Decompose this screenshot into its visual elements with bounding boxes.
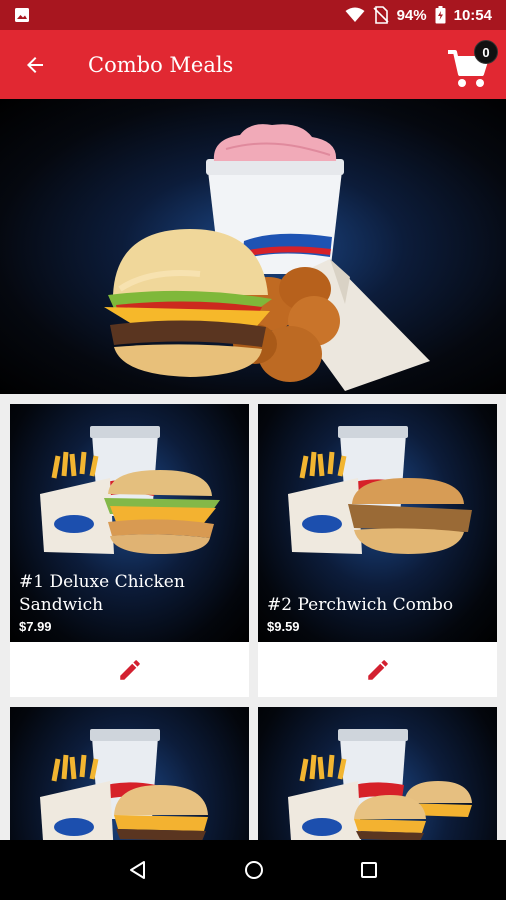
combo-meal-illustration — [104, 124, 430, 391]
app-bar: Combo Meals 0 — [0, 30, 506, 99]
hero-image — [0, 99, 506, 394]
no-sim-icon — [373, 6, 389, 24]
product-name: #2 Perchwich Combo — [267, 595, 454, 615]
product-image — [258, 707, 497, 840]
clock: 10:54 — [453, 6, 492, 24]
wifi-icon — [345, 7, 365, 22]
nav-back-icon[interactable] — [127, 859, 149, 881]
cart-button[interactable]: 0 — [446, 40, 498, 90]
customize-button[interactable] — [258, 642, 497, 697]
customize-button[interactable] — [10, 642, 249, 697]
image-icon — [15, 8, 29, 22]
cart-count-badge: 0 — [474, 40, 498, 64]
back-button[interactable] — [0, 30, 70, 99]
product-name: #1 Deluxe Chicken Sandwich — [19, 572, 185, 615]
product-card-1[interactable]: #1 Deluxe Chicken Sandwich $7.99 — [10, 404, 249, 697]
product-image — [10, 707, 249, 840]
product-image: #1 Deluxe Chicken Sandwich $7.99 — [10, 404, 249, 642]
product-image: #2 Perchwich Combo $9.59 — [258, 404, 497, 642]
page-title: Combo Meals — [88, 52, 234, 77]
battery-percent: 94% — [396, 6, 427, 24]
system-nav-bar — [0, 840, 506, 900]
back-arrow-icon — [27, 56, 43, 73]
product-card-3[interactable] — [10, 707, 249, 840]
product-card-4[interactable] — [258, 707, 497, 840]
status-bar: 94% 10:54 — [0, 0, 506, 30]
product-grid: #1 Deluxe Chicken Sandwich $7.99 #2 Perc… — [0, 394, 506, 840]
edit-pencil-icon — [367, 659, 388, 680]
edit-pencil-icon — [119, 659, 140, 680]
nav-recents-icon[interactable] — [359, 860, 379, 880]
product-card-2[interactable]: #2 Perchwich Combo $9.59 — [258, 404, 497, 697]
battery-icon — [435, 6, 446, 24]
product-price: $9.59 — [267, 619, 300, 634]
nav-home-icon[interactable] — [243, 859, 265, 881]
product-price: $7.99 — [19, 619, 52, 634]
